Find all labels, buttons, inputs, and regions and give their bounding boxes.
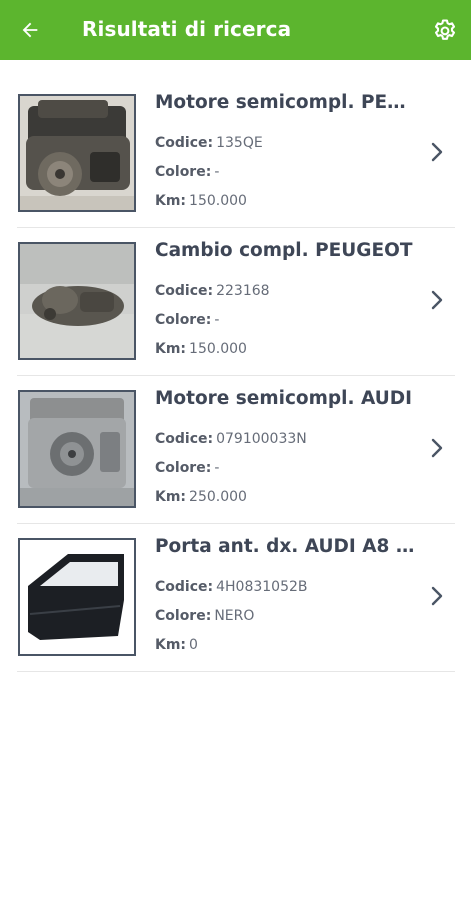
divider — [17, 671, 455, 672]
gear-icon — [434, 19, 456, 40]
color-label: Colore: — [155, 312, 212, 328]
km-value: 0 — [189, 637, 198, 653]
part-name: Porta ant. dx. AUDI A8 (4H) — [155, 536, 417, 557]
color-field: Colore: - — [155, 158, 417, 187]
color-value: - — [214, 312, 220, 328]
part-name: Cambio compl. PEUGEOT — [155, 240, 413, 261]
code-field: Codice: 079100033N — [155, 425, 417, 454]
page-title: Risultati di ricerca — [82, 17, 292, 41]
part-name: Motore semicompl. PEUGEOT — [155, 92, 417, 113]
back-button[interactable] — [14, 14, 46, 46]
km-value: 150.000 — [189, 341, 247, 357]
chevron-right-icon — [427, 140, 447, 164]
list-item[interactable]: Cambio compl. PEUGEOT Codice: 223168 Colo… — [17, 228, 455, 376]
code-field: Codice: 135QE — [155, 129, 417, 158]
app-bar: Risultati di ricerca — [0, 0, 471, 60]
km-label: Km: — [155, 341, 187, 357]
settings-button[interactable] — [428, 14, 462, 48]
km-field: Km: 250.000 — [155, 483, 417, 512]
km-value: 250.000 — [189, 489, 247, 505]
chevron-right-icon — [427, 584, 447, 608]
color-label: Colore: — [155, 460, 212, 476]
color-label: Colore: — [155, 608, 212, 624]
arrow-left-icon — [22, 22, 38, 38]
code-label: Codice: — [155, 135, 214, 151]
km-label: Km: — [155, 193, 187, 209]
code-value: 079100033N — [216, 431, 307, 447]
engine-photo — [18, 390, 136, 508]
list-item[interactable]: Motore semicompl. PEUGEOT Codice:135QE C… — [17, 80, 455, 228]
km-label: Km: — [155, 637, 187, 653]
km-field: Km: 0 — [155, 631, 417, 660]
color-value: NERO — [214, 608, 255, 624]
code-label: Codice: — [155, 579, 214, 595]
code-label: Codice: — [155, 283, 214, 299]
code-field: Codice: 4H0831052B — [155, 573, 417, 602]
km-field: Km: 150.000 — [155, 335, 417, 364]
engine-photo — [18, 94, 136, 212]
chevron-right-icon — [427, 288, 447, 312]
part-name: Motore semicompl. AUDI — [155, 388, 412, 409]
color-value: - — [214, 164, 220, 180]
km-label: Km: — [155, 489, 187, 505]
list-item[interactable]: Porta ant. dx. AUDI A8 (4H) Codice: 4H083… — [17, 524, 455, 672]
code-label: Codice: — [155, 431, 214, 447]
color-field: Colore: NERO — [155, 602, 417, 631]
color-field: Colore: - — [155, 306, 417, 335]
code-value: 4H0831052B — [216, 579, 308, 595]
gearbox-photo — [18, 242, 136, 360]
list-item[interactable]: Motore semicompl. AUDI Codice: 079100033N… — [17, 376, 455, 524]
code-value: 135QE — [216, 135, 263, 151]
color-label: Colore: — [155, 164, 212, 180]
color-field: Colore: - — [155, 454, 417, 483]
km-field: Km: 150.000 — [155, 187, 417, 216]
color-value: - — [214, 460, 220, 476]
chevron-right-icon — [427, 436, 447, 460]
code-value: 223168 — [216, 283, 270, 299]
door-photo — [18, 538, 136, 656]
km-value: 150.000 — [189, 193, 247, 209]
code-field: Codice: 223168 — [155, 277, 417, 306]
